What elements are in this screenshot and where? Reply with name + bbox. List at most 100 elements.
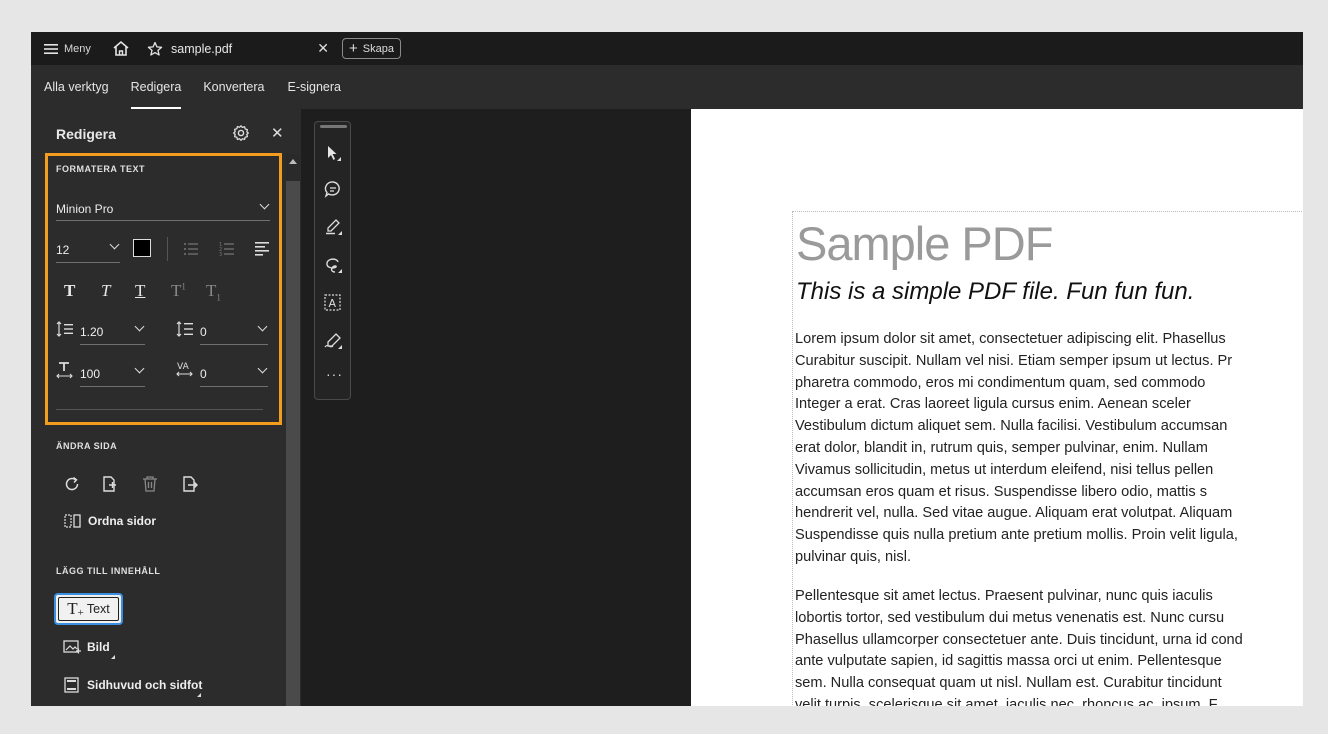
horizontal-scale-dropdown[interactable]: 100 <box>80 361 145 387</box>
draw-icon[interactable] <box>324 256 342 274</box>
add-content-title: LÄGG TILL INNEHÅLL <box>56 566 161 576</box>
line-spacing-dropdown[interactable]: 1.20 <box>80 319 145 345</box>
text-line: Vivamus sollicitudin, metus ut interdum … <box>795 461 1214 478</box>
create-label: Skapa <box>362 42 394 55</box>
text-line: Vestibulum dictum aliquet sem. Nulla fac… <box>795 418 1228 435</box>
nav-convert[interactable]: Konvertera <box>192 65 275 109</box>
rotate-icon[interactable] <box>63 475 81 493</box>
paragraph-spacing-dropdown[interactable]: 0 <box>200 319 268 345</box>
font-size-value: 12 <box>56 242 70 257</box>
text-line: Curabitur suscipit. Nullam vel nisi. Eti… <box>795 352 1233 369</box>
add-text-button[interactable]: T+ Text <box>54 593 123 625</box>
svg-text:VA: VA <box>177 362 190 372</box>
text-line: pulvinar quis, nisl. <box>795 548 911 565</box>
text-color-swatch[interactable] <box>133 239 151 257</box>
text-line: pharetra commodo, eros mi condimentum qu… <box>795 374 1206 391</box>
text-line: Suspendisse quis nulla pretium ante pret… <box>795 527 1238 544</box>
close-sidebar-icon[interactable]: ✕ <box>271 124 284 142</box>
line-spacing-icon <box>56 321 73 337</box>
delete-icon[interactable] <box>141 475 159 493</box>
pdf-page[interactable]: Sample PDF This is a simple PDF file. Fu… <box>691 109 1303 706</box>
dropdown-corner-icon <box>111 655 115 659</box>
select-icon[interactable] <box>325 144 341 162</box>
align-left-icon[interactable] <box>255 240 273 256</box>
font-family-value: Minion Pro <box>56 201 114 216</box>
dropdown-corner-icon <box>197 693 201 697</box>
header-footer-label: Sidhuvud och sidfot <box>87 678 203 692</box>
create-button[interactable]: + Skapa <box>342 38 401 59</box>
highlight-icon[interactable] <box>324 218 342 236</box>
sidebar-scrollbar[interactable] <box>286 154 300 706</box>
chevron-down-icon <box>259 199 270 210</box>
pdf-subtitle[interactable]: This is a simple PDF file. Fun fun fun. <box>796 278 1194 306</box>
insert-page-icon[interactable] <box>101 475 119 493</box>
text-line: erat dolor, blandit in, rutrum quis, sem… <box>795 439 1208 456</box>
font-size-dropdown[interactable]: 12 <box>56 237 120 263</box>
header-footer-icon <box>64 677 79 693</box>
svg-text:3: 3 <box>219 252 222 257</box>
drag-handle[interactable] <box>320 125 347 128</box>
chevron-down-icon <box>134 363 145 374</box>
subscript-icon[interactable]: T1 <box>206 281 221 302</box>
home-icon <box>113 40 129 56</box>
text-line: hendrerit vel, nulla. Sed vitae augue. A… <box>795 505 1233 522</box>
menu-label: Meny <box>64 42 91 55</box>
more-icon[interactable]: ··· <box>326 366 343 382</box>
bullet-list-icon[interactable] <box>183 241 201 257</box>
svg-text:A: A <box>329 297 337 310</box>
organize-pages-button[interactable]: Ordna sidor <box>64 513 156 529</box>
pdf-paragraph-2[interactable]: Pellentesque sit amet lectus. Praesent p… <box>795 586 1303 706</box>
edit-sidebar: Redigera ✕ FORMATERA TEXT Minion Pro 12 … <box>31 109 301 706</box>
comment-icon[interactable] <box>324 180 342 198</box>
app-window: Meny sample.pdf ✕ + Skapa Alla verktyg R… <box>31 32 1303 706</box>
organize-pages-icon <box>64 514 81 528</box>
divider <box>56 409 263 410</box>
scroll-thumb[interactable] <box>286 181 300 706</box>
chevron-down-icon <box>257 321 268 332</box>
italic-icon[interactable]: T <box>101 281 110 301</box>
menu-button[interactable]: Meny <box>31 32 101 65</box>
character-spacing-icon: VA <box>176 362 193 377</box>
nav-all-tools[interactable]: Alla verktyg <box>31 65 120 109</box>
font-family-dropdown[interactable]: Minion Pro <box>56 197 270 221</box>
bold-icon[interactable]: T <box>64 281 75 301</box>
close-tab-icon[interactable]: ✕ <box>317 40 329 57</box>
pdf-title[interactable]: Sample PDF <box>796 216 1053 271</box>
text-line: velit turpis, scelerisque sit amet, iacu… <box>795 696 1218 706</box>
extract-page-icon[interactable] <box>181 475 199 493</box>
text-line: lobortis tortor, sed vestibulum dui metu… <box>795 609 1225 626</box>
text-line: sem. Nulla consequat quam ut nisl. Nulla… <box>795 675 1222 692</box>
text-frame[interactable]: Sample PDF This is a simple PDF file. Fu… <box>792 211 1303 706</box>
horizontal-scale-value: 100 <box>80 366 101 381</box>
home-button[interactable] <box>101 32 141 65</box>
character-spacing-value: 0 <box>200 366 207 381</box>
add-image-button[interactable]: Bild <box>63 639 110 655</box>
add-image-label: Bild <box>87 640 110 654</box>
plus-icon: + <box>349 40 358 57</box>
title-bar: Meny sample.pdf ✕ + Skapa <box>31 32 1303 65</box>
paragraph-spacing-icon <box>176 321 193 337</box>
star-icon[interactable] <box>147 41 163 57</box>
underline-icon[interactable]: T <box>135 281 145 301</box>
document-tab[interactable]: sample.pdf ✕ <box>141 32 337 65</box>
text-box-icon[interactable]: A <box>324 294 342 312</box>
chevron-down-icon <box>134 321 145 332</box>
divider <box>167 237 168 261</box>
sign-icon[interactable] <box>324 332 342 350</box>
page-section-title: ÄNDRA SIDA <box>56 441 118 451</box>
horizontal-scale-icon <box>56 362 73 379</box>
format-text-title: FORMATERA TEXT <box>56 164 145 174</box>
header-footer-button[interactable]: Sidhuvud och sidfot <box>63 677 202 693</box>
text-line: Pellentesque sit amet lectus. Praesent p… <box>795 588 1213 604</box>
scroll-up-icon[interactable] <box>289 159 297 164</box>
sidebar-title: Redigera <box>56 126 116 142</box>
character-spacing-dropdown[interactable]: 0 <box>200 361 268 387</box>
nav-edit[interactable]: Redigera <box>120 65 193 109</box>
nav-e-sign[interactable]: E-signera <box>276 65 353 109</box>
add-image-icon <box>63 640 81 654</box>
text-line: Phasellus ullamcorper consectetuer ante.… <box>795 631 1243 648</box>
superscript-icon[interactable]: T1 <box>171 281 186 301</box>
pdf-paragraph-1[interactable]: Lorem ipsum dolor sit amet, consectetuer… <box>795 329 1303 569</box>
numbered-list-icon[interactable]: 123 <box>219 241 237 257</box>
gear-icon[interactable] <box>232 124 250 142</box>
